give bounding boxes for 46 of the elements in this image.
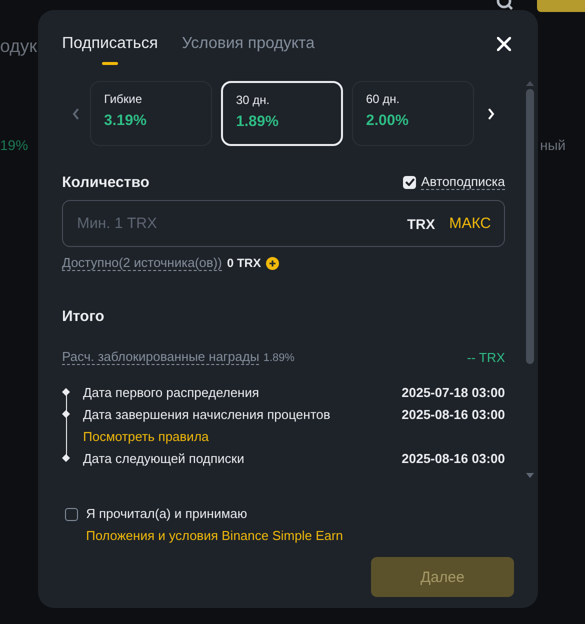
agreement-text: Я прочитал(а) и принимаю Положения и условия Binance Simple Earn (86, 505, 344, 545)
agreement-checkbox[interactable] (65, 508, 78, 521)
rewards-value: -- TRX (466, 350, 505, 364)
tab[interactable]: Условия продукта (182, 34, 315, 65)
close-icon[interactable] (497, 37, 511, 51)
scrollbar[interactable] (526, 81, 534, 478)
amount-label: Количество (62, 174, 150, 190)
diamond-icon (62, 410, 70, 418)
checkbox[interactable] (403, 176, 416, 188)
period-card[interactable]: 30 дн. 1.89% (221, 81, 343, 146)
timeline-label: Дата завершения начисления процентов (83, 406, 332, 422)
timeline-label: Дата следующей подписки (83, 450, 246, 466)
timeline-date: 2025-08-16 03:00 (402, 406, 505, 422)
available-label: Доступно(2 источника(ов)) (62, 255, 222, 271)
diamond-icon (62, 388, 70, 396)
period-label: 60 дн. (366, 92, 401, 106)
amount-field[interactable]: Мин. 1 TRX TRX МАКС (62, 200, 505, 247)
available-value: 0 TRX (226, 256, 261, 270)
period-card[interactable]: 60 дн. 2.00% (352, 81, 474, 146)
add-icon[interactable] (266, 256, 279, 270)
currency-label: TRX (407, 216, 436, 232)
terms-link[interactable]: Положения и условия Binance Simple Earn (86, 528, 344, 543)
period-rate: 3.19% (104, 112, 148, 129)
period-label: Гибкие (104, 92, 144, 106)
period-card[interactable]: Гибкие 3.19% (90, 81, 212, 146)
period-rate: 2.00% (366, 112, 410, 129)
auto-subscribe-label[interactable]: Автоподписка (421, 174, 505, 190)
search-icon[interactable] (496, 0, 514, 12)
rules-link[interactable]: Посмотреть правила (83, 428, 209, 444)
rewards-label: Расч. заблокированные награды (62, 349, 260, 365)
tab[interactable]: Подписаться (62, 34, 158, 65)
period-label: 30 дн. (236, 93, 271, 107)
summary-title: Итого (62, 308, 106, 327)
diamond-icon (62, 454, 70, 462)
timeline-date: 2025-08-16 03:00 (402, 450, 505, 466)
backdrop-text: одук (0, 36, 37, 57)
rewards-rate: 1.89% (263, 352, 295, 364)
chevron-right-icon[interactable] (487, 108, 495, 120)
backdrop-text: ный (540, 137, 566, 153)
timeline-date: 2025-07-18 03:00 (402, 384, 505, 400)
max-button[interactable]: МАКС (449, 215, 491, 232)
chevron-left-icon[interactable] (72, 108, 80, 120)
timeline-label: Дата первого распределения (83, 384, 260, 400)
period-rate: 1.89% (236, 113, 280, 130)
backdrop-text: 19% (0, 137, 28, 153)
scroll-down-icon[interactable] (526, 473, 534, 478)
